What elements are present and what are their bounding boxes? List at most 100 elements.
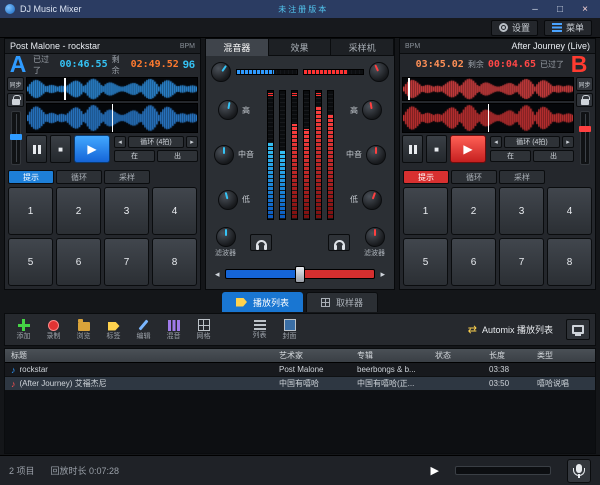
tab-playlist[interactable]: 播放列表 bbox=[222, 292, 303, 312]
tab-sampler[interactable]: 采样机 bbox=[331, 39, 394, 56]
tab-sampler-library[interactable]: 取样器 bbox=[306, 292, 378, 312]
deck-b-pad-7[interactable]: 7 bbox=[499, 238, 544, 286]
deck-a-loop-out-button[interactable]: 出 bbox=[157, 150, 198, 162]
deck-b-eq-mid-knob[interactable] bbox=[366, 145, 386, 165]
deck-b-pad-2[interactable]: 2 bbox=[451, 187, 496, 235]
deck-b-pad-8[interactable]: 8 bbox=[547, 238, 592, 286]
deck-b-filter-knob[interactable] bbox=[365, 227, 385, 247]
deck-a-pitch-slider[interactable] bbox=[11, 111, 21, 165]
deck-a-loop-button[interactable]: 循环 (4拍) bbox=[128, 136, 184, 148]
deck-a-pad-8[interactable]: 8 bbox=[152, 238, 197, 286]
deck-b-overview-waveform[interactable] bbox=[402, 77, 574, 101]
deck-b-gain-knob[interactable] bbox=[369, 62, 389, 82]
crossfader-left-arrow[interactable]: ◂ bbox=[215, 269, 220, 280]
add-track-button[interactable]: 添加 bbox=[10, 319, 37, 340]
deck-a-pad-1[interactable]: 1 bbox=[8, 187, 53, 235]
deck-b-cue-headphones-button[interactable] bbox=[328, 234, 350, 251]
deck-b-loop-out-button[interactable]: 出 bbox=[533, 150, 574, 162]
table-row[interactable]: ♪rockstar Post Malone beerbongs & b... 0… bbox=[5, 363, 595, 377]
deck-a-pause-button[interactable] bbox=[26, 135, 47, 163]
browse-button[interactable]: 浏览 bbox=[70, 319, 97, 340]
deck-b-pause-button[interactable] bbox=[402, 135, 423, 163]
deck-a-padtab-cue[interactable]: 提示 bbox=[8, 170, 54, 184]
deck-b-pitch-slider[interactable] bbox=[580, 111, 590, 165]
deck-a-eq-mid-knob[interactable] bbox=[214, 145, 234, 165]
preview-seek-bar[interactable] bbox=[455, 466, 551, 475]
preview-play-button[interactable]: ▶ bbox=[431, 464, 439, 477]
col-title[interactable]: 标题 bbox=[5, 350, 279, 361]
deck-a-loop-in-button[interactable]: 在 bbox=[114, 150, 155, 162]
deck-a-overview-waveform[interactable] bbox=[26, 77, 198, 101]
mix-button[interactable]: 混音 bbox=[160, 319, 187, 340]
deck-a-pad-4[interactable]: 4 bbox=[152, 187, 197, 235]
crossfader[interactable] bbox=[225, 269, 376, 279]
deck-a-filter-knob[interactable] bbox=[216, 227, 236, 247]
deck-a-pad-5[interactable]: 5 bbox=[8, 238, 53, 286]
view-toggles: 列表 封面 bbox=[246, 319, 303, 340]
maximize-button[interactable]: □ bbox=[550, 2, 570, 16]
deck-a-cue-headphones-button[interactable] bbox=[250, 234, 272, 251]
deck-b-stop-button[interactable]: ■ bbox=[426, 135, 447, 163]
deck-b-pad-6[interactable]: 6 bbox=[451, 238, 496, 286]
deck-b-loop-in-button[interactable]: 在 bbox=[490, 150, 531, 162]
deck-a-padtab-sample[interactable]: 采样 bbox=[104, 170, 150, 184]
deck-a-pad-3[interactable]: 3 bbox=[104, 187, 149, 235]
deck-a-keylock-button[interactable] bbox=[7, 93, 24, 107]
settings-button[interactable]: 设置 bbox=[491, 20, 538, 36]
table-row[interactable]: ♪(After Journey) 艾福杰尼 中国有嘻哈 中国有嘻哈(正... 0… bbox=[5, 377, 595, 391]
edit-button[interactable]: 编辑 bbox=[130, 319, 157, 340]
deck-b-loop-button[interactable]: 循环 (4拍) bbox=[504, 136, 560, 148]
col-genre[interactable]: 类型 bbox=[537, 350, 595, 361]
menu-button[interactable]: 菜单 bbox=[544, 20, 592, 36]
deck-b-pad-5[interactable]: 5 bbox=[403, 238, 448, 286]
deck-b-pad-3[interactable]: 3 bbox=[499, 187, 544, 235]
tab-mixer[interactable]: 混音器 bbox=[206, 39, 269, 56]
deck-a-padtab-loop[interactable]: 循环 bbox=[56, 170, 102, 184]
deck-b-pitch-handle[interactable] bbox=[579, 126, 591, 132]
tab-effects[interactable]: 效果 bbox=[269, 39, 332, 56]
deck-b-loop-half-button[interactable]: ◂ bbox=[490, 136, 502, 148]
col-artist[interactable]: 艺术家 bbox=[279, 350, 357, 361]
cover-view-button[interactable]: 封面 bbox=[276, 319, 303, 340]
col-album[interactable]: 专辑 bbox=[357, 350, 435, 361]
video-toggle-button[interactable] bbox=[566, 319, 590, 340]
deck-b-loop-double-button[interactable]: ▸ bbox=[562, 136, 574, 148]
deck-a-sync-button[interactable]: 同步 bbox=[7, 77, 24, 91]
crossfader-handle[interactable] bbox=[295, 266, 305, 283]
deck-b-padtab-loop[interactable]: 循环 bbox=[451, 170, 497, 184]
deck-a-pitch-handle[interactable] bbox=[10, 134, 22, 140]
deck-a-pad-7[interactable]: 7 bbox=[104, 238, 149, 286]
col-length[interactable]: 长度 bbox=[489, 350, 537, 361]
record-button[interactable]: 录制 bbox=[40, 319, 67, 340]
deck-a-gain-knob[interactable] bbox=[211, 62, 231, 82]
deck-a-eq-high-knob[interactable] bbox=[218, 100, 238, 120]
deck-b-eq-high-knob[interactable] bbox=[362, 100, 382, 120]
deck-b-padtab-sample[interactable]: 采样 bbox=[499, 170, 545, 184]
deck-a-pad-6[interactable]: 6 bbox=[56, 238, 101, 286]
deck-b-eq-low-knob[interactable] bbox=[362, 190, 382, 210]
deck-a-eq-low-knob[interactable] bbox=[218, 190, 238, 210]
deck-a-loop-double-button[interactable]: ▸ bbox=[186, 136, 198, 148]
deck-b-bpm-label: BPM bbox=[405, 43, 420, 50]
minimize-button[interactable]: – bbox=[525, 2, 545, 16]
deck-a-pad-2[interactable]: 2 bbox=[56, 187, 101, 235]
list-view-button[interactable]: 列表 bbox=[246, 319, 273, 340]
deck-b-padtab-cue[interactable]: 提示 bbox=[403, 170, 449, 184]
deck-b-sync-button[interactable]: 同步 bbox=[576, 77, 593, 91]
col-status[interactable]: 状态 bbox=[435, 350, 489, 361]
deck-b-pad-4[interactable]: 4 bbox=[547, 187, 592, 235]
window-title: DJ Music Mixer bbox=[20, 4, 82, 14]
mic-button[interactable] bbox=[567, 459, 591, 483]
deck-b-pad-1[interactable]: 1 bbox=[403, 187, 448, 235]
deck-a-loop-half-button[interactable]: ◂ bbox=[114, 136, 126, 148]
deck-b-keylock-button[interactable] bbox=[576, 93, 593, 107]
close-button[interactable]: × bbox=[575, 2, 595, 16]
crossfader-right-arrow[interactable]: ▸ bbox=[380, 269, 385, 280]
deck-b-pad-grid: 1 2 3 4 5 6 7 8 bbox=[403, 187, 592, 286]
grid-button[interactable]: 网格 bbox=[190, 319, 217, 340]
deck-a-play-button[interactable]: ▶ bbox=[74, 135, 110, 163]
tag-button[interactable]: 标签 bbox=[100, 320, 127, 340]
deck-b-play-button[interactable]: ▶ bbox=[450, 135, 486, 163]
deck-a-stop-button[interactable]: ■ bbox=[50, 135, 71, 163]
automix-button[interactable]: ⇄ Automix 播放列表 bbox=[468, 323, 553, 336]
